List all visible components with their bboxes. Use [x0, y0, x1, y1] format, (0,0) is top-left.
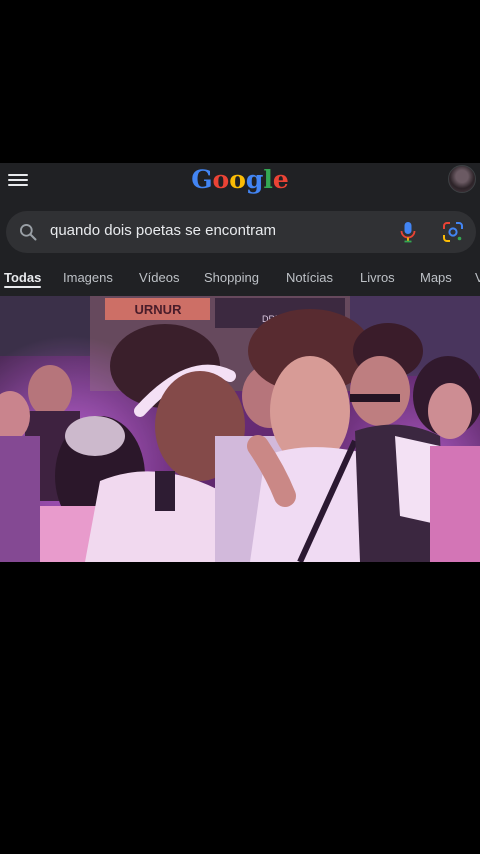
search-bar[interactable]: quando dois poetas se encontram — [6, 211, 476, 253]
tab-videos[interactable]: Vídeos — [139, 270, 179, 285]
video-scene-illustration: URNUR DREAM — [0, 296, 480, 562]
tab-todas[interactable]: Todas — [4, 270, 41, 285]
tab-imagens[interactable]: Imagens — [63, 270, 113, 285]
tab-livros[interactable]: Livros — [360, 270, 395, 285]
account-avatar[interactable] — [448, 165, 476, 193]
logo-letter-l: l — [263, 165, 273, 194]
tab-noticias[interactable]: Notícias — [286, 270, 333, 285]
tab-maps[interactable]: Maps — [420, 270, 452, 285]
logo-letter-o1: o — [212, 165, 230, 194]
logo-letter-g2: g — [245, 165, 264, 194]
tab-shopping[interactable]: Shopping — [204, 270, 259, 285]
search-input[interactable]: quando dois poetas se encontram — [50, 222, 276, 239]
microphone-icon[interactable] — [398, 221, 418, 243]
google-lens-icon[interactable] — [442, 221, 464, 243]
logo-letter-o2: o — [229, 165, 246, 194]
google-doodle-logo[interactable]: Google — [0, 165, 480, 194]
logo-letter-g: G — [191, 165, 213, 194]
bottom-black-area — [0, 562, 480, 854]
logo-letter-e: e — [272, 165, 289, 194]
active-tab-indicator — [4, 286, 41, 288]
top-black-bar — [0, 0, 480, 163]
video-frame[interactable]: URNUR DREAM — [0, 296, 480, 562]
search-icon[interactable] — [18, 222, 38, 242]
google-app: Google quando dois poetas se encontram T… — [0, 163, 480, 296]
tab-more[interactable]: V — [475, 270, 480, 285]
search-tabs: Todas Imagens Vídeos Shopping Notícias L… — [0, 264, 480, 296]
